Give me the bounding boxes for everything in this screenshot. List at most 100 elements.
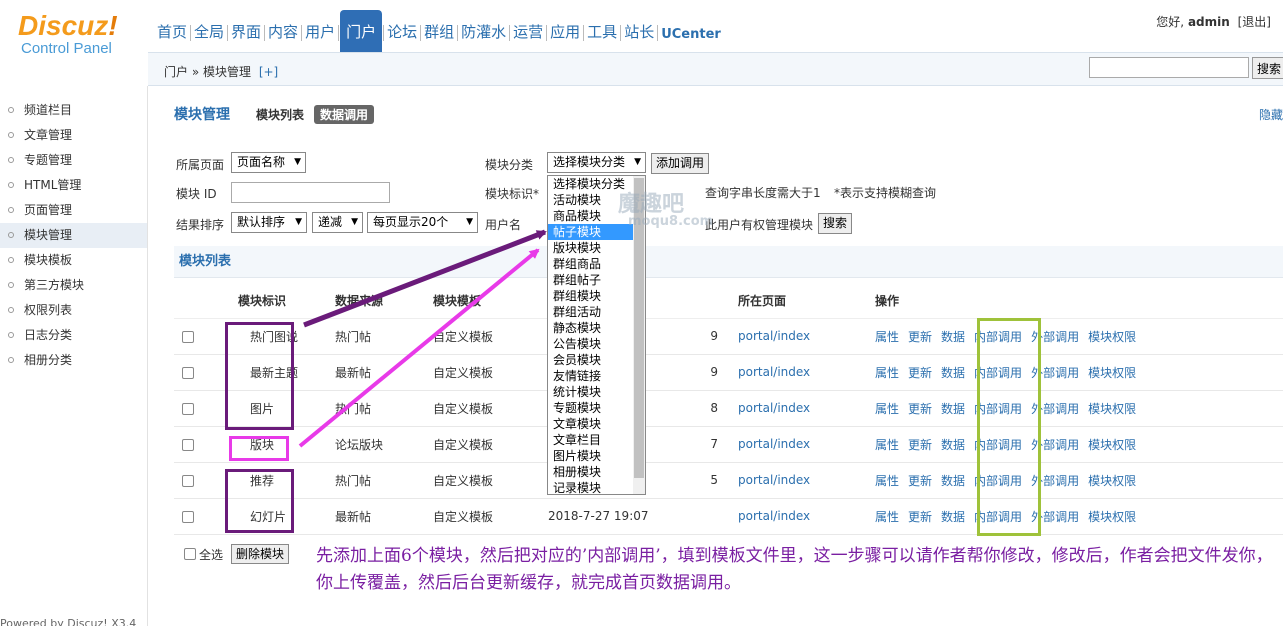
topnav-item-5[interactable]: 门户 bbox=[340, 10, 383, 52]
sidebar: 频道栏目 文章管理 专题管理 HTML管理 页面管理 模块管理 模块模板 第三方模块 权限列表日… bbox=[0, 86, 148, 626]
top-search-input[interactable] bbox=[1089, 57, 1249, 78]
row-checkbox[interactable] bbox=[182, 330, 194, 343]
dropdown-option[interactable]: 友情链接 bbox=[548, 368, 633, 384]
dropdown-option[interactable]: 静态模块 bbox=[548, 320, 633, 336]
op-link-0[interactable]: 属性 bbox=[875, 510, 899, 524]
hide-link[interactable]: 隐藏 bbox=[1259, 106, 1283, 123]
page-link[interactable]: portal/index bbox=[738, 365, 810, 379]
dropdown-option[interactable]: 文章栏目 bbox=[548, 432, 633, 448]
dropdown-option[interactable]: 文章模块 bbox=[548, 416, 633, 432]
op-link-2[interactable]: 数据 bbox=[941, 438, 965, 452]
tab-module-list[interactable]: 模块列表 bbox=[256, 106, 304, 123]
topnav-item-9[interactable]: 运营 bbox=[511, 10, 545, 52]
table-row: 热门图说 热门帖 自定义模板 9 portal/index 属性 更新 数据 内部调用 外部调用模… bbox=[174, 318, 1283, 355]
op-link-2[interactable]: 数据 bbox=[941, 474, 965, 488]
add-shortcut-link[interactable]: [+] bbox=[259, 65, 278, 79]
sidebar-item-8[interactable]: 权限列表 bbox=[0, 298, 147, 323]
topnav-item-2[interactable]: 界面 bbox=[229, 10, 263, 52]
dropdown-option[interactable]: 公告模块 bbox=[548, 336, 633, 352]
username[interactable]: admin bbox=[1188, 15, 1230, 29]
dropdown-option[interactable]: 记录模块 bbox=[548, 480, 633, 496]
op-link-2[interactable]: 数据 bbox=[941, 330, 965, 344]
dropdown-option[interactable]: 专题模块 bbox=[548, 400, 633, 416]
op-link-1[interactable]: 更新 bbox=[908, 474, 932, 488]
op-link-1[interactable]: 更新 bbox=[908, 366, 932, 380]
breadcrumb-text[interactable]: 门户 » 模块管理 bbox=[164, 65, 251, 79]
topnav-item-7[interactable]: 群组 bbox=[422, 10, 456, 52]
dropdown-option[interactable]: 图片模块 bbox=[548, 448, 633, 464]
row-checkbox[interactable] bbox=[182, 474, 194, 487]
page-link[interactable]: portal/index bbox=[738, 473, 810, 487]
search-button[interactable]: 搜索 bbox=[818, 213, 853, 234]
order-select[interactable]: 递减 ▼ bbox=[312, 212, 363, 233]
topnav-item-12[interactable]: 站长 bbox=[622, 10, 656, 52]
topnav-item-1[interactable]: 全局 bbox=[192, 10, 226, 52]
op-link-0[interactable]: 属性 bbox=[875, 330, 899, 344]
topnav-item-13[interactable]: UCenter bbox=[659, 10, 723, 52]
op-link-1[interactable]: 更新 bbox=[908, 438, 932, 452]
sort-select[interactable]: 默认排序 ▼ bbox=[231, 212, 307, 233]
sidebar-item-3[interactable]: HTML管理 bbox=[0, 173, 147, 198]
op-link-5[interactable]: 模块权限 bbox=[1088, 510, 1136, 524]
perpage-select[interactable]: 每页显示20个 ▼ bbox=[367, 212, 478, 233]
dropdown-option[interactable]: 会员模块 bbox=[548, 352, 633, 368]
tab-data-call[interactable]: 数据调用 bbox=[314, 104, 375, 124]
dropdown-option[interactable]: 版块模块 bbox=[548, 240, 633, 256]
category-select[interactable]: 选择模块分类 ▼ bbox=[547, 152, 646, 173]
logo[interactable]: Discuz! Control Panel bbox=[18, 12, 118, 58]
op-link-2[interactable]: 数据 bbox=[941, 366, 965, 380]
dropdown-option[interactable]: 统计模块 bbox=[548, 384, 633, 400]
dropdown-option[interactable]: 群组帖子 bbox=[548, 272, 633, 288]
sidebar-item-9[interactable]: 日志分类 bbox=[0, 323, 147, 348]
sidebar-item-10[interactable]: 相册分类 bbox=[0, 348, 147, 373]
dropdown-option[interactable]: 群组模块 bbox=[548, 288, 633, 304]
op-link-5[interactable]: 模块权限 bbox=[1088, 402, 1136, 416]
sidebar-item-6[interactable]: 模块模板 bbox=[0, 248, 147, 273]
page-link[interactable]: portal/index bbox=[738, 329, 810, 343]
op-link-0[interactable]: 属性 bbox=[875, 402, 899, 416]
op-link-1[interactable]: 更新 bbox=[908, 402, 932, 416]
sidebar-item-4[interactable]: 页面管理 bbox=[0, 198, 147, 223]
dropdown-option[interactable]: 相册模块 bbox=[548, 464, 633, 480]
row-checkbox[interactable] bbox=[182, 366, 194, 379]
dropdown-option[interactable]: 群组活动 bbox=[548, 304, 633, 320]
add-call-button[interactable]: 添加调用 bbox=[651, 153, 710, 174]
op-link-1[interactable]: 更新 bbox=[908, 330, 932, 344]
module-id-input[interactable] bbox=[231, 182, 390, 203]
op-link-0[interactable]: 属性 bbox=[875, 438, 899, 452]
top-search-button[interactable]: 搜索 bbox=[1252, 57, 1283, 79]
op-link-2[interactable]: 数据 bbox=[941, 402, 965, 416]
dropdown-option[interactable]: 群组商品 bbox=[548, 256, 633, 272]
row-checkbox[interactable] bbox=[182, 438, 194, 451]
sidebar-item-2[interactable]: 专题管理 bbox=[0, 148, 147, 173]
op-link-5[interactable]: 模块权限 bbox=[1088, 330, 1136, 344]
logout-link[interactable]: [退出] bbox=[1238, 15, 1271, 29]
sidebar-item-7[interactable]: 第三方模块 bbox=[0, 273, 147, 298]
sidebar-item-0[interactable]: 频道栏目 bbox=[0, 98, 147, 123]
page-link[interactable]: portal/index bbox=[738, 401, 810, 415]
topnav-item-3[interactable]: 内容 bbox=[266, 10, 300, 52]
op-link-5[interactable]: 模块权限 bbox=[1088, 438, 1136, 452]
sidebar-item-1[interactable]: 文章管理 bbox=[0, 123, 147, 148]
op-link-5[interactable]: 模块权限 bbox=[1088, 474, 1136, 488]
sidebar-item-5[interactable]: 模块管理 bbox=[0, 223, 147, 248]
topnav-item-10[interactable]: 应用 bbox=[548, 10, 582, 52]
op-link-2[interactable]: 数据 bbox=[941, 510, 965, 524]
topnav-item-11[interactable]: 工具 bbox=[585, 10, 619, 52]
op-link-5[interactable]: 模块权限 bbox=[1088, 366, 1136, 380]
op-link-1[interactable]: 更新 bbox=[908, 510, 932, 524]
delete-module-button[interactable]: 删除模块 bbox=[231, 544, 290, 564]
breadcrumb: 门户 » 模块管理 [+] bbox=[164, 63, 278, 80]
topnav-item-8[interactable]: 防灌水 bbox=[459, 10, 508, 52]
op-link-0[interactable]: 属性 bbox=[875, 366, 899, 380]
page-link[interactable]: portal/index bbox=[738, 509, 810, 523]
select-all-checkbox[interactable] bbox=[184, 548, 196, 560]
topnav-item-6[interactable]: 论坛 bbox=[385, 10, 419, 52]
page-link[interactable]: portal/index bbox=[738, 437, 810, 451]
row-checkbox[interactable] bbox=[182, 402, 194, 415]
row-checkbox[interactable] bbox=[182, 510, 194, 523]
op-link-0[interactable]: 属性 bbox=[875, 474, 899, 488]
topnav-item-0[interactable]: 首页 bbox=[155, 10, 189, 52]
topnav-item-4[interactable]: 用户 bbox=[303, 10, 337, 52]
page-select[interactable]: 页面名称 ▼ bbox=[231, 152, 306, 173]
